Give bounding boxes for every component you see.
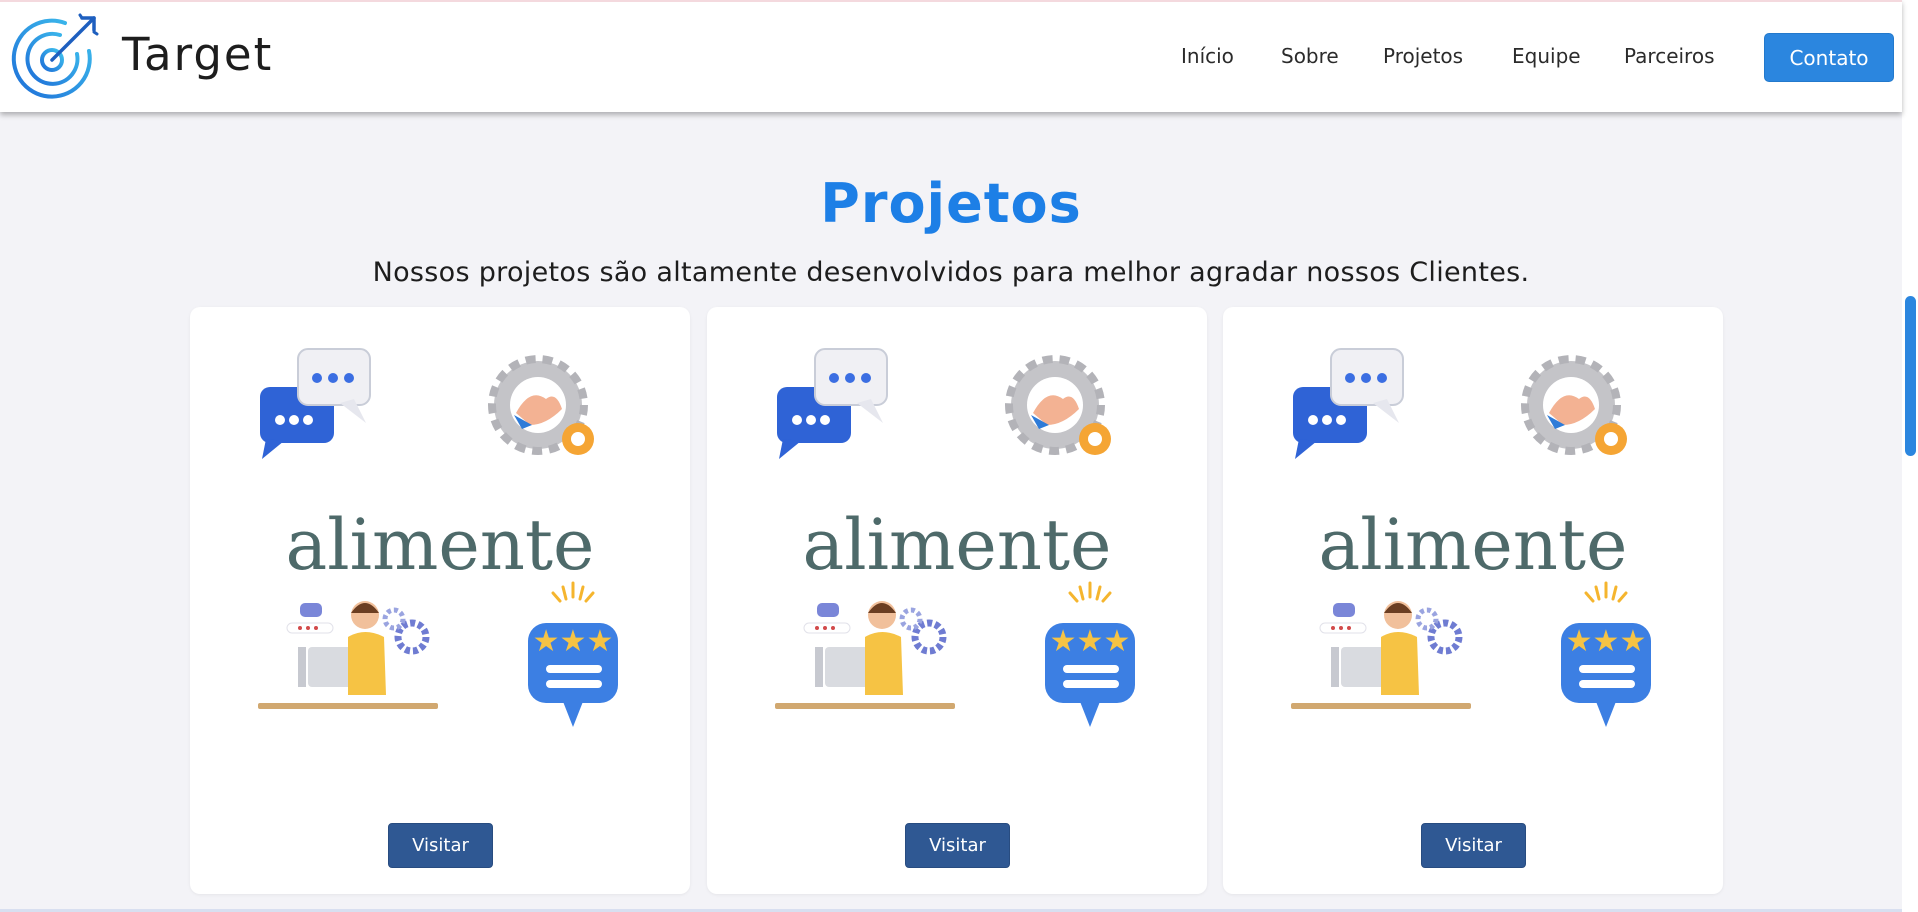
visit-button[interactable]: Visitar [388, 823, 493, 868]
nav-item-projetos[interactable]: Projetos [1383, 44, 1463, 68]
scrollbar-thumb[interactable] [1905, 296, 1916, 456]
page: Target Início Sobre Projetos Equipe Parc… [0, 0, 1918, 912]
svg-text:★★★: ★★★ [1566, 624, 1647, 659]
section-subtitle: Nossos projetos são altamente desenvolvi… [372, 257, 1530, 288]
visit-button[interactable]: Visitar [1421, 823, 1526, 868]
star-rating-icon: ★★★ [1561, 581, 1651, 727]
target-logo-icon[interactable] [10, 12, 100, 102]
nav-item-sobre[interactable]: Sobre [1281, 44, 1339, 68]
support-agent-icon [1291, 601, 1471, 709]
nav-item-inicio[interactable]: Início [1181, 44, 1234, 68]
support-agent-icon [775, 601, 955, 709]
chat-bubbles-icon [777, 348, 888, 459]
handshake-gear-icon [1521, 355, 1627, 455]
project-card: alimente ★★★ Visitar [190, 307, 690, 894]
project-image: alimente ★★★ [258, 348, 618, 727]
nav-item-equipe[interactable]: Equipe [1512, 44, 1581, 68]
svg-text:★★★: ★★★ [1050, 624, 1131, 659]
chat-bubbles-icon [1293, 348, 1404, 459]
support-agent-icon [258, 601, 438, 709]
project-card: alimente ★★★ Visitar [707, 307, 1207, 894]
card-logo-text: alimente [803, 504, 1112, 586]
brand-name[interactable]: Target [122, 28, 273, 81]
site-header: Target Início Sobre Projetos Equipe Parc… [0, 0, 1902, 112]
star-rating-icon: ★★★ [1045, 581, 1135, 727]
project-image: alimente ★★★ [775, 348, 1135, 727]
chat-bubbles-icon [260, 348, 371, 459]
card-logo-text: alimente [286, 504, 595, 586]
card-logo-text: alimente [1319, 504, 1628, 586]
handshake-gear-icon [1005, 355, 1111, 455]
section-title: Projetos [820, 172, 1082, 235]
star-rating-icon: ★★★ [528, 581, 618, 727]
handshake-gear-icon [488, 355, 594, 455]
visit-button[interactable]: Visitar [905, 823, 1010, 868]
svg-text:★★★: ★★★ [533, 624, 614, 659]
project-image: alimente ★★★ [1291, 348, 1651, 727]
nav-item-parceiros[interactable]: Parceiros [1624, 44, 1715, 68]
contact-button[interactable]: Contato [1764, 33, 1894, 82]
scrollbar-track[interactable] [1902, 0, 1918, 912]
project-card: alimente ★★★ Visitar [1223, 307, 1723, 894]
